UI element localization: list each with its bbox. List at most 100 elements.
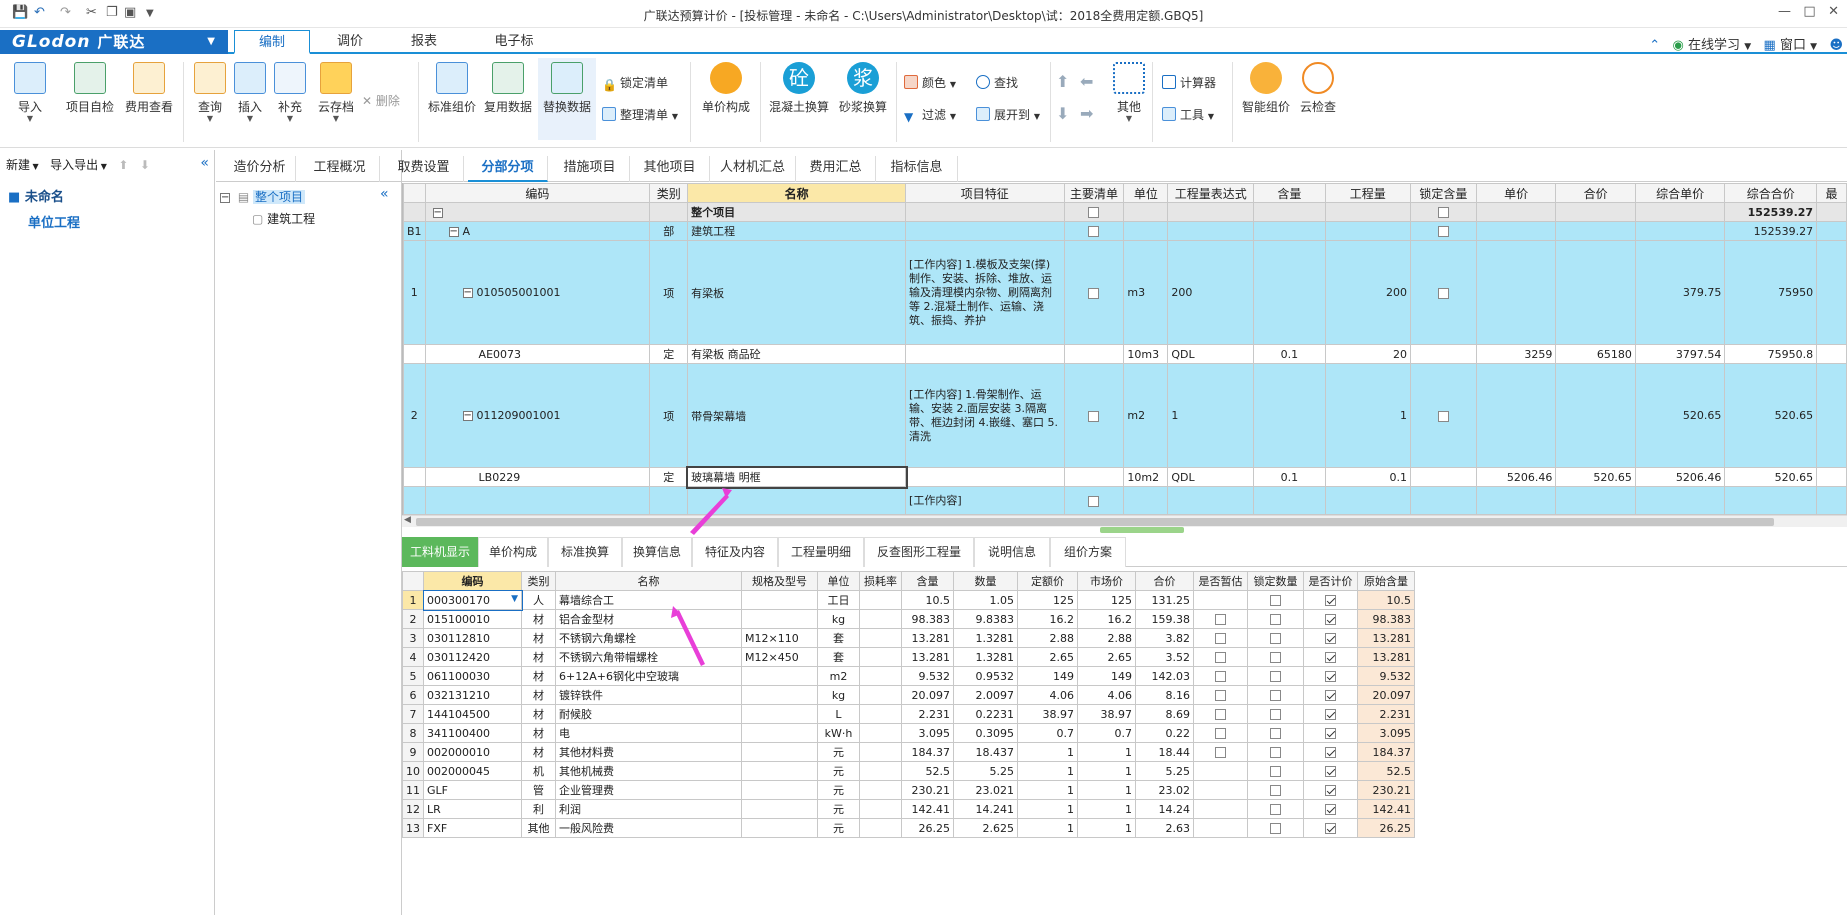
code-cell[interactable]: 000300170 ▼	[422, 589, 523, 611]
material-row[interactable]: 11 GLF 管企业管理费元 230.21 23.021 1 1 23.02 230.21	[402, 780, 1415, 800]
name-cell[interactable]: 利润	[555, 799, 742, 819]
col-header[interactable]: 数量	[953, 571, 1018, 591]
lock-content-checkbox[interactable]	[1409, 486, 1477, 515]
tab-cost-analysis[interactable]: 造价分析	[224, 156, 296, 182]
expr-cell[interactable]	[1167, 486, 1255, 515]
checkbox[interactable]	[1437, 207, 1449, 218]
market-price-cell[interactable]: 1	[1077, 818, 1136, 838]
total-cell[interactable]: 2.63	[1135, 818, 1194, 838]
base-price-cell[interactable]: 2.88	[1017, 628, 1078, 648]
total-cell[interactable]: 14.24	[1135, 799, 1194, 819]
main-list-checkbox[interactable]	[1063, 240, 1125, 345]
content-cell[interactable]: 2.231	[901, 704, 954, 724]
lock-qty-checkbox[interactable]	[1247, 628, 1304, 648]
menu-tab-edit[interactable]: 编制	[234, 30, 310, 54]
down-arrow-icon[interactable]: ⬇	[140, 158, 150, 172]
checkbox[interactable]	[1215, 709, 1226, 720]
feature-cell[interactable]: [工作内容] 1.骨架制作、运输、安装 2.面层安装 3.隔离带、框边封闭 4.…	[905, 363, 1065, 468]
expr-cell[interactable]: 200	[1167, 240, 1255, 345]
unit-cell[interactable]: 工日	[817, 590, 860, 610]
collapse-icon[interactable]: −	[462, 288, 473, 298]
unit-cell[interactable]: 10m3	[1123, 344, 1169, 364]
name-cell[interactable]: 其他机械费	[555, 761, 742, 781]
col-header[interactable]: 类别	[649, 183, 689, 203]
code-cell[interactable]: 015100010	[423, 609, 522, 629]
market-price-cell[interactable]: 1	[1077, 799, 1136, 819]
col-header[interactable]: 定额价	[1017, 571, 1078, 591]
collapse-ribbon-icon[interactable]: ⌃	[1649, 38, 1660, 53]
comp-total-cell[interactable]: 75950	[1724, 240, 1818, 345]
checkbox[interactable]	[1325, 747, 1336, 758]
total-cell[interactable]: 23.02	[1135, 780, 1194, 800]
comp-price-cell[interactable]: 379.75	[1634, 240, 1726, 345]
price-cell[interactable]: 3259	[1475, 344, 1557, 364]
checkbox[interactable]	[1088, 207, 1100, 218]
lock-qty-checkbox[interactable]	[1247, 647, 1304, 667]
loss-cell[interactable]	[859, 685, 902, 705]
content-cell[interactable]: 13.281	[901, 647, 954, 667]
market-price-cell[interactable]: 1	[1077, 761, 1136, 781]
col-header[interactable]: 编码	[424, 183, 651, 203]
qty-cell[interactable]: 0.2231	[953, 704, 1018, 724]
market-price-cell[interactable]: 149	[1077, 666, 1136, 686]
col-header[interactable]: 项目特征	[905, 183, 1065, 203]
qty-cell[interactable]: 14.241	[953, 799, 1018, 819]
loss-cell[interactable]	[859, 647, 902, 667]
qty-cell[interactable]	[1324, 202, 1411, 222]
comp-price-cell[interactable]	[1634, 202, 1726, 222]
priced-checkbox[interactable]	[1303, 780, 1358, 800]
type-cell[interactable]: 部	[649, 221, 689, 241]
feature-cell[interactable]	[905, 344, 1065, 364]
name-cell[interactable]: 玻璃幕墙 明框	[685, 465, 908, 489]
name-cell[interactable]: 耐候胶	[555, 704, 742, 724]
checkbox[interactable]	[1325, 671, 1336, 682]
find-button[interactable]: 查找	[976, 74, 1018, 91]
col-header[interactable]: 锁定数量	[1247, 571, 1304, 591]
loss-cell[interactable]	[859, 704, 902, 724]
provisional-checkbox[interactable]	[1193, 666, 1248, 686]
market-price-cell[interactable]: 4.06	[1077, 685, 1136, 705]
tab-fee-summary[interactable]: 费用汇总	[796, 156, 876, 182]
other-button[interactable]: 其他 ▼	[1112, 62, 1146, 123]
tab-material-display[interactable]: 工料机显示	[402, 537, 478, 567]
content-cell[interactable]: 230.21	[901, 780, 954, 800]
tab-price-scheme[interactable]: 组价方案	[1050, 537, 1126, 567]
qty-cell[interactable]: 0.1	[1324, 467, 1411, 487]
content-cell[interactable]	[1253, 202, 1326, 222]
unit-cell[interactable]: m2	[1123, 363, 1169, 468]
online-learning-link[interactable]: 在线学习	[1688, 38, 1740, 53]
tab-other-items[interactable]: 其他项目	[630, 156, 710, 182]
tab-index-info[interactable]: 指标信息	[876, 156, 958, 182]
content-cell[interactable]	[1253, 221, 1326, 241]
priced-checkbox[interactable]	[1303, 742, 1358, 762]
material-row[interactable]: 4 030112420 材不锈钢六角带帽螺栓 M12×450 套 13.281 1.3281…	[402, 647, 1415, 667]
qty-cell[interactable]: 200	[1324, 240, 1411, 345]
loss-cell[interactable]	[859, 628, 902, 648]
spec-cell[interactable]	[741, 742, 818, 762]
lock-qty-checkbox[interactable]	[1247, 590, 1304, 610]
main-list-checkbox[interactable]	[1063, 486, 1125, 515]
move-right-icon[interactable]: ➡	[1080, 104, 1093, 123]
checkbox[interactable]	[1325, 690, 1336, 701]
expr-cell[interactable]: QDL	[1167, 467, 1255, 487]
content-cell[interactable]	[1253, 486, 1326, 515]
col-header[interactable]: 类别	[521, 571, 556, 591]
provisional-checkbox[interactable]	[1193, 590, 1248, 610]
comp-total-cell[interactable]: 152539.27	[1724, 202, 1818, 222]
tab-measures[interactable]: 措施项目	[550, 156, 630, 182]
name-cell[interactable]: 不锈钢六角带帽螺栓	[555, 647, 742, 667]
total-cell[interactable]: 8.16	[1135, 685, 1194, 705]
lock-list-button[interactable]: 🔒 锁定清单	[602, 74, 668, 92]
name-cell[interactable]: 不锈钢六角螺栓	[555, 628, 742, 648]
unit-cell[interactable]: kW·h	[817, 723, 860, 743]
content-cell[interactable]: 184.37	[901, 742, 954, 762]
provisional-checkbox[interactable]	[1193, 723, 1248, 743]
base-price-cell[interactable]: 1	[1017, 799, 1078, 819]
tab-reverse-check[interactable]: 反查图形工程量	[864, 537, 974, 567]
unit-cell[interactable]	[1123, 486, 1169, 515]
type-cell[interactable]: 机	[521, 761, 556, 781]
spec-cell[interactable]	[741, 666, 818, 686]
type-cell[interactable]: 材	[521, 609, 556, 629]
col-header[interactable]: 损耗率	[859, 571, 902, 591]
collapse-icon[interactable]: −	[448, 226, 459, 237]
